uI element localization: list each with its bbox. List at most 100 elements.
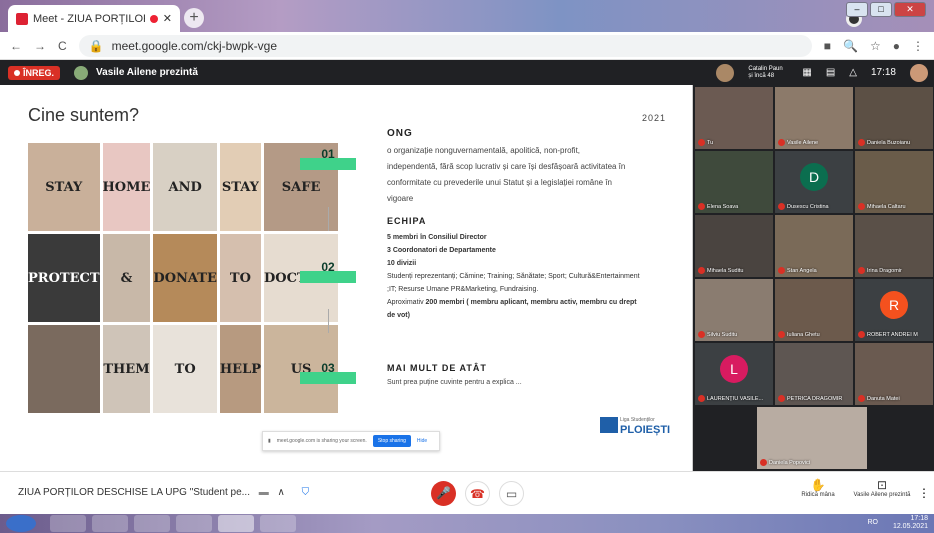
participant-name: Mihaela Suditu: [707, 267, 744, 274]
forward-icon[interactable]: →: [34, 39, 46, 53]
window-controls: – □ ✕: [846, 2, 926, 17]
mic-muted-icon: [858, 331, 865, 338]
participant-tile[interactable]: Tu: [695, 87, 773, 149]
extension-icon[interactable]: ●: [893, 39, 900, 53]
star-icon[interactable]: ☆: [870, 39, 881, 53]
camera-button[interactable]: ▭: [499, 481, 524, 506]
close-window-button[interactable]: ✕: [894, 2, 926, 17]
mic-muted-icon: [698, 267, 705, 274]
mic-muted-icon: [778, 267, 785, 274]
participant-tile[interactable]: Stan Angela: [775, 215, 853, 277]
taskbar-excel[interactable]: [176, 515, 212, 532]
participant-name: Daniela Buzoianu: [867, 139, 911, 146]
presenting-button[interactable]: ⊡ Vasile Ailene prezintă: [852, 478, 912, 498]
menu-icon[interactable]: ⋮: [912, 39, 924, 53]
meeting-title[interactable]: ZIUA PORȚILOR DESCHISE LA UPG "Student p…: [18, 487, 309, 498]
participant-tile[interactable]: Irina Dragomir: [855, 215, 933, 277]
close-tab-icon[interactable]: ✕: [163, 12, 172, 25]
participant-tile[interactable]: Mihaela Caltaru: [855, 151, 933, 213]
new-tab-button[interactable]: +: [184, 8, 204, 28]
raise-hand-button[interactable]: ✋ Ridică mâna: [788, 478, 848, 498]
photo-tile: &: [102, 234, 151, 322]
participant-name: Silviu Suditu: [707, 331, 738, 338]
zoom-icon[interactable]: 🔍: [843, 39, 858, 53]
participant-initial: R: [880, 291, 908, 319]
captions-icon[interactable]: ▬: [259, 487, 269, 498]
maximize-button[interactable]: □: [870, 2, 892, 17]
echipa-line: 5 membri în Consiliul Director: [387, 234, 487, 241]
minimize-button[interactable]: –: [846, 2, 868, 17]
back-icon[interactable]: ←: [10, 39, 22, 53]
camera-icon[interactable]: ■: [824, 39, 831, 53]
stop-sharing-button[interactable]: Stop sharing: [372, 435, 411, 447]
reload-icon[interactable]: C: [58, 39, 67, 53]
mai-text: Sunt prea puține cuvinte pentru a explic…: [387, 379, 522, 386]
photo-tile: STAY: [28, 143, 100, 231]
tab-title: Meet - ZIUA PORȚILOR DESC: [33, 12, 145, 25]
mic-off-button[interactable]: 🎤: [431, 481, 456, 506]
participant-tile[interactable]: Daniela Buzoianu: [855, 87, 933, 149]
participant-tile[interactable]: PETRICA DRAGOMIR: [775, 343, 853, 405]
photo-tile: HOME: [102, 143, 151, 231]
taskbar-media[interactable]: [134, 515, 170, 532]
share-notice-text: meet.google.com is sharing your screen.: [276, 438, 367, 444]
present-icon: ⊡: [876, 478, 888, 492]
aprox-bold: 200 membri ( membru aplicant, membru act…: [387, 299, 637, 319]
meet-bottom-bar: ZIUA PORȚILOR DESCHISE LA UPG "Student p…: [0, 471, 934, 514]
participant-tile[interactable]: R ROBERT ANDREI M: [855, 279, 933, 341]
start-button[interactable]: [6, 515, 36, 532]
participant-avatar: [716, 63, 735, 82]
layout-icon[interactable]: ▦: [802, 67, 811, 78]
echipa-block: 5 membri în Consiliul Director 3 Coordon…: [387, 231, 645, 322]
mic-muted-icon: [760, 459, 767, 466]
self-avatar[interactable]: [910, 63, 928, 82]
participant-name: Dusescu Cristina: [787, 203, 829, 210]
more-options-icon[interactable]: ⋮: [918, 486, 930, 500]
participant-tile[interactable]: Iuliana Ghetu: [775, 279, 853, 341]
url-field[interactable]: 🔒 meet.google.com/ckj-bwpk-vge: [78, 34, 812, 57]
participant-tile[interactable]: Danuta Matei: [855, 343, 933, 405]
number-badge-02: 02: [300, 261, 356, 283]
tray-clock[interactable]: 17:18 12.05.2021: [893, 515, 928, 531]
mic-muted-icon: [698, 139, 705, 146]
participant-tile[interactable]: D Dusescu Cristina: [775, 151, 853, 213]
taskbar-explorer[interactable]: [92, 515, 128, 532]
chat-icon[interactable]: ▤: [826, 67, 835, 78]
echipa-text: Studenți reprezentanți; Cămine; Training…: [387, 273, 640, 293]
participant-name: LAURENȚIU VASILE...: [707, 395, 764, 402]
participant-tile[interactable]: Daniela Popovici: [757, 407, 867, 469]
others-label: Catalin Paun și încă 48: [748, 65, 783, 79]
shield-icon[interactable]: ⛉: [302, 487, 310, 498]
participant-name: ROBERT ANDREI M: [867, 331, 918, 338]
meet-top-right: Catalin Paun și încă 48 ▦ ▤ △ 17:18: [716, 60, 934, 85]
leave-call-button[interactable]: ☎: [465, 481, 490, 506]
hand-icon: ✋: [810, 478, 826, 492]
slide-year: 2021: [642, 113, 667, 123]
photo-tile: THEM: [102, 325, 151, 413]
taskbar-chrome[interactable]: [218, 515, 254, 532]
participant-name: Elena Soava: [707, 203, 739, 210]
tray-lang[interactable]: RO: [868, 519, 879, 526]
mic-muted-icon: [858, 139, 865, 146]
ong-heading: ONG: [387, 128, 413, 139]
taskbar-app[interactable]: [260, 515, 296, 532]
mic-muted-icon: [698, 331, 705, 338]
participant-tile[interactable]: L LAURENȚIU VASILE...: [695, 343, 773, 405]
divider-line: [328, 207, 329, 231]
participant-name: Irina Dragomir: [867, 267, 902, 274]
participant-tile[interactable]: Mihaela Suditu: [695, 215, 773, 277]
logo-mark-icon: [600, 417, 618, 433]
chevron-up-icon[interactable]: ∧: [278, 487, 285, 498]
browser-tab-bar: Meet - ZIUA PORȚILOR DESC ✕ + – □ ✕: [0, 0, 934, 32]
photo-grid: STAYHOMEANDSTAYSAFEPROTECT&DONATETODOCTO…: [28, 143, 339, 413]
activities-icon[interactable]: △: [849, 67, 857, 78]
meet-tab[interactable]: Meet - ZIUA PORȚILOR DESC ✕: [8, 5, 180, 32]
taskbar-ie[interactable]: [50, 515, 86, 532]
photo-tile: DONATE: [153, 234, 217, 322]
participant-tile[interactable]: Vasile Ailene: [775, 87, 853, 149]
hide-button[interactable]: Hide: [417, 438, 427, 444]
participant-tile[interactable]: Silviu Suditu: [695, 279, 773, 341]
mic-muted-icon: [858, 395, 865, 402]
photo-tile: HELP: [219, 325, 261, 413]
participant-tile[interactable]: Elena Soava: [695, 151, 773, 213]
